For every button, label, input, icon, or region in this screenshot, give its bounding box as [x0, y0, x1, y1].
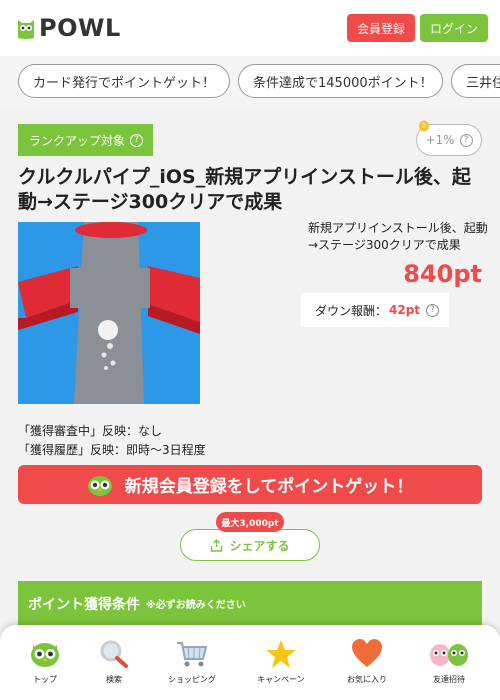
search-icon [100, 640, 128, 668]
header: POWL 会員登録 ログイン [0, 0, 500, 56]
down-reward-label: ダウン報酬： [315, 303, 388, 318]
bonus-rate-label: +1% [425, 133, 455, 147]
history-status-text: 「獲得履歴」反映：即時〜3日程度 [18, 443, 206, 457]
campaign-chip[interactable]: カード発行でポイントゲット！ [18, 64, 230, 98]
nav-item-favorites[interactable]: お気に入り [327, 639, 407, 685]
game-artwork-icon [18, 222, 200, 404]
help-icon: ? [459, 133, 473, 147]
help-icon: ? [130, 133, 144, 147]
rank-badge-label: ランクアップ対象 [29, 133, 126, 148]
register-cta-button[interactable]: 新規会員登録をしてポイントゲット！ [18, 465, 482, 504]
down-reward-value: 42pt [389, 303, 421, 317]
conditions-title: ポイント獲得条件 [28, 596, 140, 613]
owl-icon [87, 475, 112, 496]
heart-icon [352, 639, 382, 667]
register-button[interactable]: 会員登録 [347, 14, 415, 42]
nav-item-invite[interactable]: 友達招待 [409, 639, 489, 685]
share-label: シェアする [229, 538, 290, 553]
owl-logo-icon [18, 20, 34, 39]
nav-item-top[interactable]: トップ [5, 639, 85, 685]
help-icon: ? [426, 303, 440, 317]
share-button[interactable]: シェアする [180, 529, 320, 561]
share-reward-badge: 最大3,000pt [216, 512, 284, 532]
nav-label: お気に入り [347, 675, 387, 684]
down-reward-box[interactable]: ダウン報酬： 42pt ? [301, 293, 449, 327]
logo-text: POWL [39, 14, 121, 42]
conditions-header: ポイント獲得条件 ※必ずお読みください [18, 581, 482, 626]
offer-description: 新規アプリインストール後、起動→ステージ300クリアで成果 [308, 221, 488, 252]
owl-home-icon [31, 643, 59, 667]
nav-label: キャンペーン [257, 675, 305, 684]
login-button[interactable]: ログイン [420, 14, 488, 42]
offer-points: 840pt [403, 260, 482, 288]
nav-label: ショッピング [168, 675, 216, 684]
logo[interactable]: POWL [16, 14, 121, 42]
nav-label: 友達招待 [433, 675, 465, 684]
share-icon [211, 538, 223, 552]
nav-label: 検索 [106, 675, 122, 684]
nav-item-search[interactable]: 検索 [74, 639, 154, 685]
nav-label: トップ [33, 675, 57, 684]
campaign-chip[interactable]: 条件達成で145000ポイント！ [238, 64, 443, 98]
star-icon [266, 640, 296, 668]
campaign-bar: カード発行でポイントゲット！ 条件達成で145000ポイント！ 三井住 [0, 56, 500, 106]
nav-item-shopping[interactable]: ショッピング [152, 639, 232, 685]
conditions-note: ※必ずお読みください [146, 600, 246, 611]
friends-owl-icon [430, 644, 468, 666]
app-thumbnail[interactable] [18, 222, 200, 404]
shopping-cart-icon [177, 642, 208, 667]
bottom-nav: トップ 検索 ショッピング キャンペーン お気に入り 友達招待 [0, 625, 500, 700]
offer-title: クルクルパイプ_iOS_新規アプリインストール後、起動→ステージ300クリアで成… [18, 166, 471, 213]
nav-item-campaign[interactable]: キャンペーン [241, 639, 321, 685]
pending-status-text: 「獲得審査中」反映：なし [18, 424, 163, 438]
crown-icon [419, 120, 429, 132]
campaign-chip[interactable]: 三井住 [451, 64, 500, 98]
rank-up-badge[interactable]: ランクアップ対象 ? [18, 124, 153, 156]
cta-label: 新規会員登録をしてポイントゲット！ [124, 477, 414, 497]
